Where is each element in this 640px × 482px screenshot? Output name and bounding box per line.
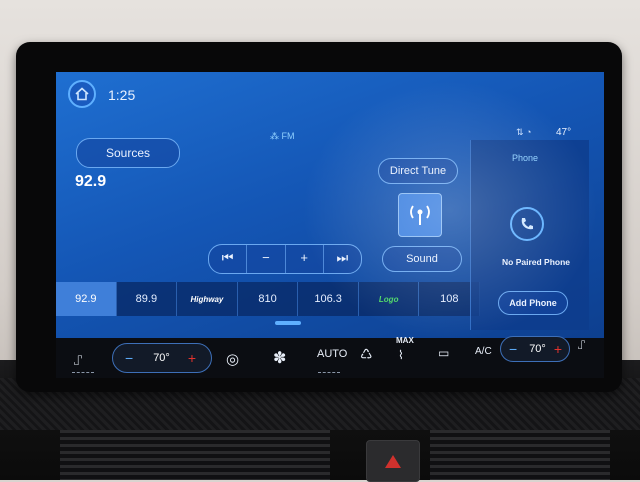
left-temp-up-button[interactable]: + <box>188 350 196 366</box>
seat-icon: ⑀ <box>578 338 586 352</box>
right-air-vent <box>430 430 610 480</box>
recirculation-button[interactable]: ♺ <box>360 346 373 363</box>
recirculation-icon: ♺ <box>360 346 373 362</box>
add-phone-button[interactable]: Add Phone <box>498 291 568 315</box>
tune-down-button[interactable]: − <box>247 245 286 273</box>
fan-icon: ✽ <box>273 350 287 367</box>
max-defrost-button[interactable]: ⌇ <box>398 348 404 362</box>
tuning-controls: ⏮ − + ⏭ <box>208 244 362 274</box>
connectivity-icons: ⇅ ◔ <box>516 127 532 137</box>
rear-defrost-button[interactable]: ▭ <box>438 346 449 360</box>
signal-icon: ⁂ <box>270 131 282 141</box>
steering-heat-button[interactable]: ◎ <box>226 350 239 368</box>
preset-6[interactable]: Logo <box>359 282 420 316</box>
hazard-icon <box>385 455 401 468</box>
level-dots <box>72 372 94 373</box>
station-logo: Highway <box>190 295 224 304</box>
right-temp-up-button[interactable]: + <box>554 341 562 357</box>
phone-title: Phone <box>512 153 539 163</box>
level-dots <box>318 372 340 373</box>
preset-bar: 92.9 89.9 Highway 810 106.3 Logo 108 <box>56 282 481 316</box>
page-indicator <box>275 321 301 325</box>
preset-2[interactable]: 89.9 <box>117 282 178 316</box>
band-label: FM <box>281 131 295 141</box>
phone-call-button[interactable] <box>510 207 544 241</box>
seek-forward-button[interactable]: ⏭ <box>324 245 361 273</box>
direct-tune-button[interactable]: Direct Tune <box>378 158 458 184</box>
tune-up-button[interactable]: + <box>286 245 324 273</box>
left-temp-down-button[interactable]: − <box>125 350 133 366</box>
seat-icon: ⑀ <box>74 352 83 368</box>
preset-4[interactable]: 810 <box>238 282 299 316</box>
sound-button[interactable]: Sound <box>382 246 462 272</box>
preset-1[interactable]: 92.9 <box>56 282 117 316</box>
defrost-icon: ⌇ <box>398 348 404 362</box>
max-defrost-label: MAX <box>396 336 414 345</box>
antenna-icon <box>410 205 430 225</box>
clock: 1:25 <box>108 87 136 103</box>
seek-back-button[interactable]: ⏮ <box>209 245 248 273</box>
steering-wheel-icon: ◎ <box>226 351 240 368</box>
rear-defrost-icon: ▭ <box>438 346 450 360</box>
home-button[interactable] <box>68 80 96 108</box>
seat-heat-left-button[interactable]: ⑀ <box>74 352 82 368</box>
sources-button[interactable]: Sources <box>76 138 180 168</box>
current-frequency: 92.9 <box>75 173 107 190</box>
left-temp-value: 70° <box>153 352 170 364</box>
band-indicator: ⁂ FM <box>270 131 295 142</box>
phone-icon <box>521 218 533 230</box>
fan-button[interactable]: ✽ <box>273 348 286 368</box>
radio-station-tile[interactable] <box>398 193 442 237</box>
seat-heat-right-button[interactable]: ⑀ <box>578 338 585 352</box>
right-temp-down-button[interactable]: − <box>509 341 517 357</box>
right-temp-value: 70° <box>529 343 546 355</box>
left-temp-control: − 70° + <box>112 343 212 373</box>
status-bar: 1:25 <box>56 72 604 120</box>
home-icon <box>75 87 89 101</box>
preset-3[interactable]: Highway <box>177 282 238 316</box>
auto-button[interactable]: AUTO <box>317 348 347 360</box>
phone-status: No Paired Phone <box>502 257 571 267</box>
left-air-vent <box>60 430 330 480</box>
preset-5[interactable]: 106.3 <box>298 282 359 316</box>
station-logo: Logo <box>378 295 399 304</box>
right-temp-control: − 70° + <box>500 336 570 362</box>
ac-button[interactable]: A/C <box>475 346 492 357</box>
